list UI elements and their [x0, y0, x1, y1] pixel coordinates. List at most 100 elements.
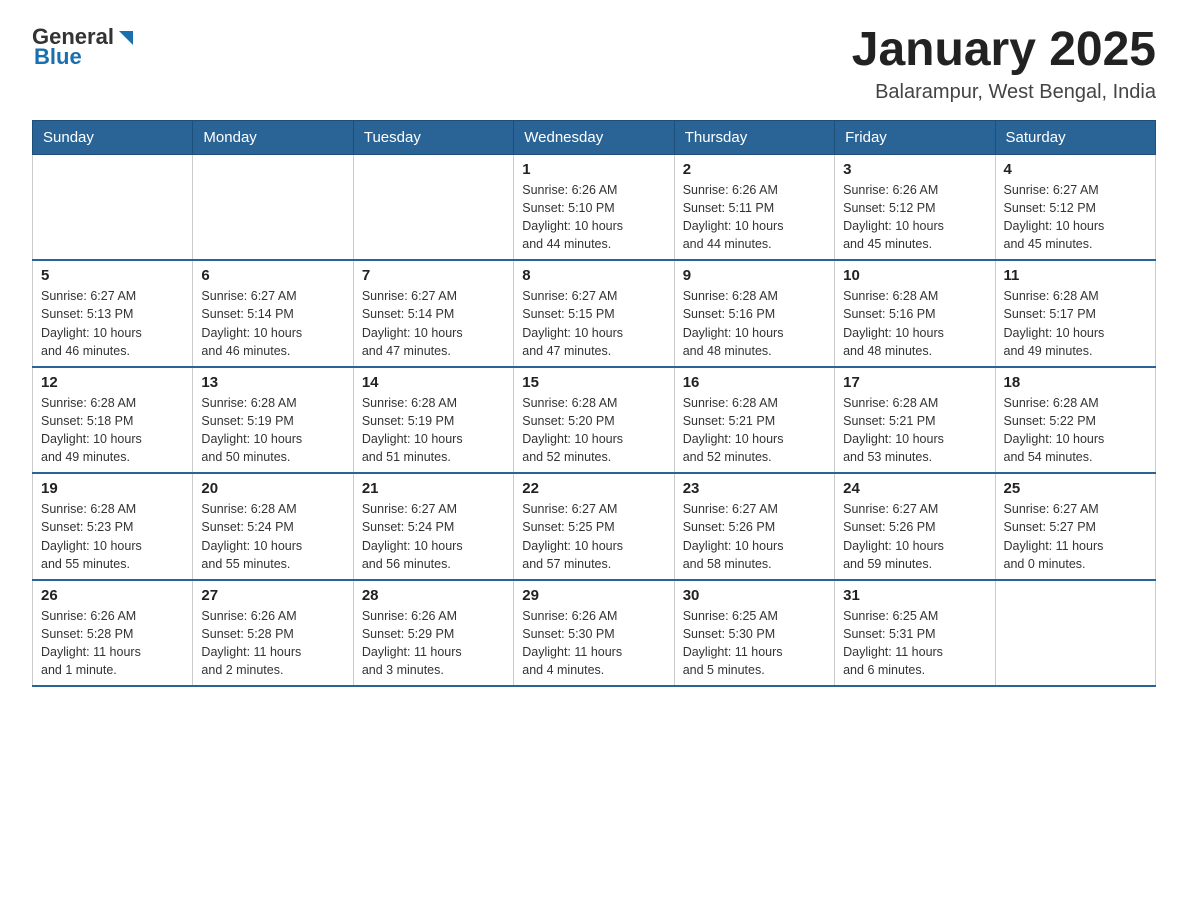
day-number: 27 — [201, 587, 344, 604]
day-info: Sunrise: 6:26 AM Sunset: 5:28 PM Dayligh… — [201, 607, 344, 680]
calendar-day-cell: 31Sunrise: 6:25 AM Sunset: 5:31 PM Dayli… — [835, 580, 995, 687]
day-number: 23 — [683, 480, 826, 497]
day-info: Sunrise: 6:28 AM Sunset: 5:23 PM Dayligh… — [41, 500, 184, 573]
calendar-day-cell — [193, 154, 353, 260]
day-number: 4 — [1004, 161, 1147, 178]
day-info: Sunrise: 6:28 AM Sunset: 5:16 PM Dayligh… — [843, 287, 986, 360]
calendar-day-cell: 3Sunrise: 6:26 AM Sunset: 5:12 PM Daylig… — [835, 154, 995, 260]
calendar-day-cell: 1Sunrise: 6:26 AM Sunset: 5:10 PM Daylig… — [514, 154, 674, 260]
day-info: Sunrise: 6:27 AM Sunset: 5:27 PM Dayligh… — [1004, 500, 1147, 573]
calendar-day-cell: 5 Sunrise: 6:27 AM Sunset: 5:13 PM Daylig… — [33, 260, 193, 367]
day-info: Sunrise: 6:26 AM Sunset: 5:30 PM Dayligh… — [522, 607, 665, 680]
calendar-day-cell: 23Sunrise: 6:27 AM Sunset: 5:26 PM Dayli… — [674, 473, 834, 580]
calendar-day-cell: 15 Sunrise: 6:28 AM Sunset: 5:20 PM Dayli… — [514, 367, 674, 474]
day-info: Sunrise: 6:27 AM Sunset: 5:14 PM Dayligh… — [362, 287, 505, 360]
day-number: 2 — [683, 161, 826, 178]
calendar-day-cell: 2 Sunrise: 6:26 AM Sunset: 5:11 PM Daylig… — [674, 154, 834, 260]
day-number: 21 — [362, 480, 505, 497]
day-info: Sunrise: 6:26 AM Sunset: 5:12 PM Dayligh… — [843, 181, 986, 254]
calendar-day-cell: 26 Sunrise: 6:26 AM Sunset: 5:28 PM Dayli… — [33, 580, 193, 687]
day-info: Sunrise: 6:26 AM Sunset: 5:10 PM Dayligh… — [522, 181, 665, 254]
day-info: Sunrise: 6:27 AM Sunset: 5:14 PM Dayligh… — [201, 287, 344, 360]
calendar-week-row: 12 Sunrise: 6:28 AM Sunset: 5:18 PM Dayli… — [33, 367, 1156, 474]
day-info: Sunrise: 6:28 AM Sunset: 5:17 PM Dayligh… — [1004, 287, 1147, 360]
day-info: Sunrise: 6:26 AM Sunset: 5:11 PM Dayligh… — [683, 181, 826, 254]
calendar-table: SundayMondayTuesdayWednesdayThursdayFrid… — [32, 120, 1156, 688]
day-number: 22 — [522, 480, 665, 497]
day-number: 9 — [683, 267, 826, 284]
day-info: Sunrise: 6:27 AM Sunset: 5:26 PM Dayligh… — [843, 500, 986, 573]
logo-triangle-icon — [115, 27, 137, 49]
day-info: Sunrise: 6:27 AM Sunset: 5:25 PM Dayligh… — [522, 500, 665, 573]
day-info: Sunrise: 6:28 AM Sunset: 5:21 PM Dayligh… — [843, 394, 986, 467]
day-number: 15 — [522, 374, 665, 391]
calendar-day-cell: 18 Sunrise: 6:28 AM Sunset: 5:22 PM Dayli… — [995, 367, 1155, 474]
calendar-day-header: Wednesday — [514, 120, 674, 154]
day-info: Sunrise: 6:26 AM Sunset: 5:29 PM Dayligh… — [362, 607, 505, 680]
calendar-day-cell: 29 Sunrise: 6:26 AM Sunset: 5:30 PM Dayli… — [514, 580, 674, 687]
calendar-day-cell: 21Sunrise: 6:27 AM Sunset: 5:24 PM Dayli… — [353, 473, 513, 580]
day-info: Sunrise: 6:27 AM Sunset: 5:13 PM Dayligh… — [41, 287, 184, 360]
day-number: 29 — [522, 587, 665, 604]
day-number: 5 — [41, 267, 184, 284]
day-number: 7 — [362, 267, 505, 284]
calendar-day-cell: 10 Sunrise: 6:28 AM Sunset: 5:16 PM Dayli… — [835, 260, 995, 367]
calendar-day-cell: 25 Sunrise: 6:27 AM Sunset: 5:27 PM Dayli… — [995, 473, 1155, 580]
day-number: 18 — [1004, 374, 1147, 391]
calendar-day-cell: 13 Sunrise: 6:28 AM Sunset: 5:19 PM Dayli… — [193, 367, 353, 474]
calendar-day-cell: 27 Sunrise: 6:26 AM Sunset: 5:28 PM Dayli… — [193, 580, 353, 687]
day-number: 6 — [201, 267, 344, 284]
calendar-day-cell: 24Sunrise: 6:27 AM Sunset: 5:26 PM Dayli… — [835, 473, 995, 580]
calendar-day-header: Monday — [193, 120, 353, 154]
calendar-day-cell — [33, 154, 193, 260]
calendar-day-cell: 7 Sunrise: 6:27 AM Sunset: 5:14 PM Daylig… — [353, 260, 513, 367]
day-info: Sunrise: 6:27 AM Sunset: 5:12 PM Dayligh… — [1004, 181, 1147, 254]
calendar-week-row: 26 Sunrise: 6:26 AM Sunset: 5:28 PM Dayli… — [33, 580, 1156, 687]
day-number: 28 — [362, 587, 505, 604]
day-number: 16 — [683, 374, 826, 391]
day-info: Sunrise: 6:28 AM Sunset: 5:19 PM Dayligh… — [201, 394, 344, 467]
calendar-day-header: Tuesday — [353, 120, 513, 154]
calendar-week-row: 1Sunrise: 6:26 AM Sunset: 5:10 PM Daylig… — [33, 154, 1156, 260]
day-info: Sunrise: 6:28 AM Sunset: 5:24 PM Dayligh… — [201, 500, 344, 573]
day-number: 19 — [41, 480, 184, 497]
day-number: 11 — [1004, 267, 1147, 284]
day-number: 12 — [41, 374, 184, 391]
calendar-day-cell: 8Sunrise: 6:27 AM Sunset: 5:15 PM Daylig… — [514, 260, 674, 367]
calendar-week-row: 19 Sunrise: 6:28 AM Sunset: 5:23 PM Dayli… — [33, 473, 1156, 580]
calendar-week-row: 5 Sunrise: 6:27 AM Sunset: 5:13 PM Daylig… — [33, 260, 1156, 367]
calendar-day-cell: 17 Sunrise: 6:28 AM Sunset: 5:21 PM Dayli… — [835, 367, 995, 474]
calendar-day-cell — [353, 154, 513, 260]
calendar-day-header: Thursday — [674, 120, 834, 154]
day-number: 10 — [843, 267, 986, 284]
day-number: 30 — [683, 587, 826, 604]
day-info: Sunrise: 6:28 AM Sunset: 5:18 PM Dayligh… — [41, 394, 184, 467]
calendar-day-header: Saturday — [995, 120, 1155, 154]
day-number: 26 — [41, 587, 184, 604]
calendar-day-cell: 30Sunrise: 6:25 AM Sunset: 5:30 PM Dayli… — [674, 580, 834, 687]
calendar-header-row: SundayMondayTuesdayWednesdayThursdayFrid… — [33, 120, 1156, 154]
day-number: 25 — [1004, 480, 1147, 497]
calendar-day-cell: 16 Sunrise: 6:28 AM Sunset: 5:21 PM Dayli… — [674, 367, 834, 474]
day-info: Sunrise: 6:28 AM Sunset: 5:21 PM Dayligh… — [683, 394, 826, 467]
day-number: 17 — [843, 374, 986, 391]
day-info: Sunrise: 6:28 AM Sunset: 5:16 PM Dayligh… — [683, 287, 826, 360]
day-info: Sunrise: 6:28 AM Sunset: 5:19 PM Dayligh… — [362, 394, 505, 467]
calendar-day-cell: 20 Sunrise: 6:28 AM Sunset: 5:24 PM Dayli… — [193, 473, 353, 580]
calendar-day-header: Sunday — [33, 120, 193, 154]
day-number: 13 — [201, 374, 344, 391]
calendar-day-cell: 4 Sunrise: 6:27 AM Sunset: 5:12 PM Daylig… — [995, 154, 1155, 260]
title-block: January 2025 Balarampur, West Bengal, In… — [852, 24, 1156, 104]
calendar-day-cell: 12 Sunrise: 6:28 AM Sunset: 5:18 PM Dayli… — [33, 367, 193, 474]
calendar-day-cell — [995, 580, 1155, 687]
day-info: Sunrise: 6:26 AM Sunset: 5:28 PM Dayligh… — [41, 607, 184, 680]
calendar-day-cell: 6 Sunrise: 6:27 AM Sunset: 5:14 PM Daylig… — [193, 260, 353, 367]
day-number: 20 — [201, 480, 344, 497]
page-subtitle: Balarampur, West Bengal, India — [852, 81, 1156, 104]
day-info: Sunrise: 6:28 AM Sunset: 5:22 PM Dayligh… — [1004, 394, 1147, 467]
day-info: Sunrise: 6:28 AM Sunset: 5:20 PM Dayligh… — [522, 394, 665, 467]
logo: General Blue — [32, 24, 137, 70]
calendar-day-cell: 22 Sunrise: 6:27 AM Sunset: 5:25 PM Dayli… — [514, 473, 674, 580]
calendar-day-cell: 9 Sunrise: 6:28 AM Sunset: 5:16 PM Daylig… — [674, 260, 834, 367]
day-number: 8 — [522, 267, 665, 284]
